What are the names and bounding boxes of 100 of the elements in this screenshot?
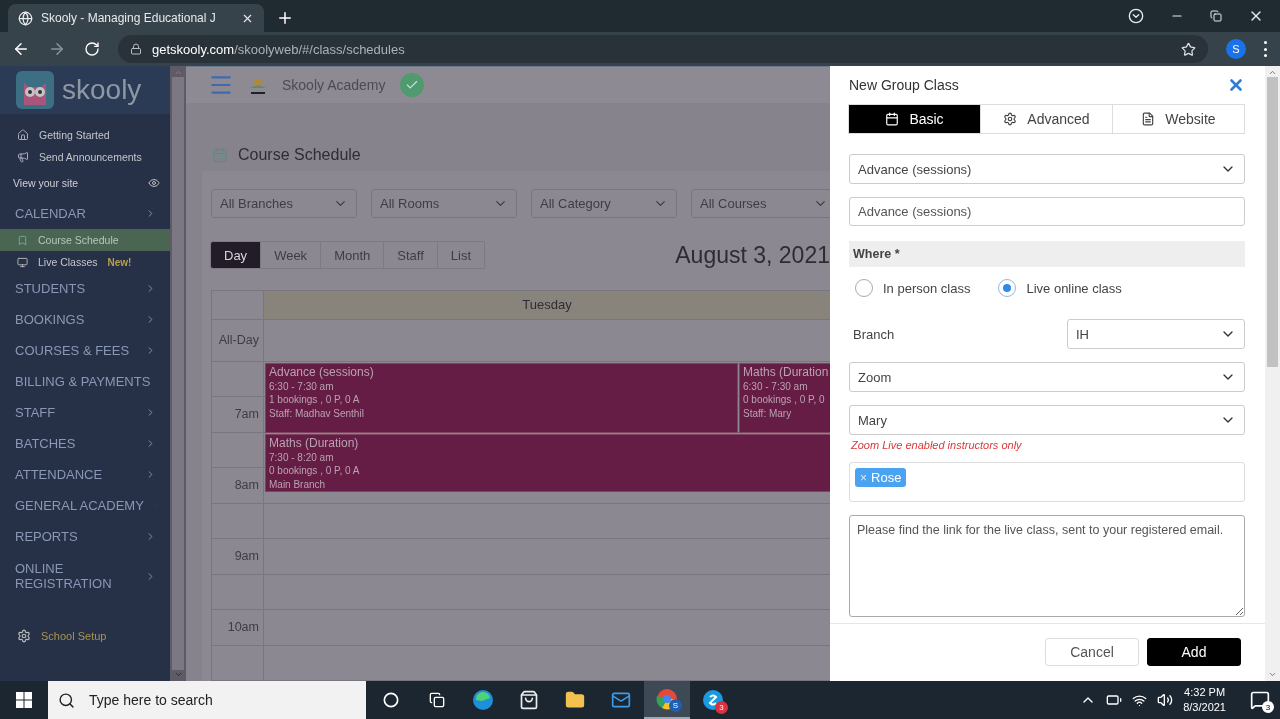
calendar-icon: [885, 112, 900, 126]
tab-title: Skooly - Managing Educational J: [41, 11, 217, 25]
platform-select[interactable]: Zoom: [849, 362, 1245, 392]
calendar-event[interactable]: Maths (Duration 6:30 - 7:30 am 0 bookings , 0 P, 0 Staff: Mary: [739, 362, 830, 433]
sidebar-link[interactable]: Getting Started: [0, 124, 170, 146]
new-tab-icon[interactable]: [276, 9, 294, 27]
instructor-select[interactable]: Mary: [849, 405, 1245, 435]
branch-label: Branch: [852, 326, 895, 342]
globe-icon: [18, 10, 33, 26]
class-name-input[interactable]: Advance (sessions): [849, 197, 1245, 226]
hint-text: Zoom Live enabled instructors only: [850, 439, 1023, 451]
view-tab[interactable]: Week: [260, 241, 322, 269]
search-icon: [58, 691, 75, 709]
home-icon: [17, 129, 29, 141]
browser-tab[interactable]: Skooly - Managing Educational J: [8, 4, 264, 32]
dialog-tab[interactable]: Website: [1112, 104, 1245, 134]
dialog-title: New Group Class: [849, 77, 959, 93]
eye-icon: [148, 177, 160, 189]
branch-select[interactable]: IH: [1067, 319, 1245, 349]
sidebar-section[interactable]: BATCHES: [0, 428, 170, 459]
taskbar-button[interactable]: S: [644, 681, 690, 719]
sidebar-section[interactable]: BILLING & PAYMENTS: [0, 366, 170, 397]
profile-badge: S: [669, 699, 682, 712]
restore-icon[interactable]: [1210, 10, 1222, 22]
taskbar-search-field[interactable]: Type here to search: [48, 681, 366, 719]
sidebar-item[interactable]: Course Schedule: [0, 229, 170, 251]
lock-icon: [130, 43, 142, 55]
view-tab[interactable]: Staff: [383, 241, 438, 269]
address-bar[interactable]: getskooly.com/skoolyweb/#/class/schedules: [118, 35, 1208, 63]
wifi-icon[interactable]: [1132, 692, 1148, 708]
url-host: getskooly.com: [152, 41, 235, 57]
sidebar-link[interactable]: Send Announcements: [0, 146, 170, 168]
filter-select[interactable]: All Category: [531, 188, 677, 218]
url-path: /skoolyweb/#/class/schedules: [234, 41, 405, 57]
search-input[interactable]: Type here to search: [87, 691, 366, 709]
gear-icon: [17, 629, 31, 643]
sidebar-section[interactable]: STAFF: [0, 397, 170, 428]
sidebar-section[interactable]: GENERAL ACADEMY: [0, 490, 170, 521]
gear-icon: [1003, 112, 1018, 126]
academy-name: Skooly Academy: [282, 77, 386, 94]
bookmark-icon: [17, 234, 28, 246]
radio-option[interactable]: Live online class: [998, 279, 1122, 297]
view-site-link[interactable]: View your site: [0, 168, 170, 198]
tag-chip[interactable]: × Rose: [855, 468, 907, 487]
day-header: Tuesday: [264, 290, 830, 319]
close-icon[interactable]: [1227, 76, 1245, 94]
view-tab[interactable]: Month: [320, 241, 385, 269]
sidebar-section[interactable]: ONLINE REGISTRATION: [0, 552, 170, 600]
all-day-label: All-Day: [212, 319, 264, 361]
sidebar-item[interactable]: Live Classes New!: [0, 251, 170, 273]
filter-select[interactable]: All Branches: [211, 188, 357, 218]
back-icon[interactable]: [12, 40, 30, 58]
time-label: 9am: [212, 539, 264, 574]
sidebar-section[interactable]: BOOKINGS: [0, 304, 170, 335]
brand-name: skooly: [62, 74, 142, 106]
new-label: New!: [107, 256, 132, 268]
cancel-button[interactable]: Cancel: [1045, 638, 1139, 666]
bookmark-star-icon[interactable]: [1181, 41, 1196, 57]
view-tab[interactable]: Day: [210, 241, 262, 269]
document-icon: [1141, 112, 1156, 126]
verified-icon: [399, 73, 424, 98]
count-badge: 3: [715, 701, 728, 714]
section-header: Where *: [849, 241, 1245, 267]
tab-search-icon[interactable]: [1128, 8, 1144, 24]
time-label: 10am: [212, 610, 264, 645]
taskbar-button[interactable]: 3: [690, 681, 736, 719]
message-textarea[interactable]: Please find the link for the live class, sent to your registered email.: [849, 515, 1245, 617]
calendar-event[interactable]: Advance (sessions) 6:30 - 7:30 am 1 bookings , 0 P, 0 A Staff: Madhav Senthil: [265, 362, 738, 433]
profile-avatar[interactable]: S: [1226, 39, 1246, 59]
owl-logo-icon: [16, 71, 54, 109]
scrollbar[interactable]: [1265, 66, 1280, 681]
volume-icon[interactable]: [1157, 692, 1174, 708]
scroll-down-icon[interactable]: [1268, 670, 1277, 679]
screen-icon: [17, 256, 28, 268]
sidebar-section[interactable]: CALENDAR: [0, 198, 170, 229]
page-title: Course Schedule: [238, 146, 361, 164]
date-heading: August 3, 2021: [675, 241, 830, 269]
time-label: 8am: [212, 468, 264, 503]
add-button[interactable]: Add: [1147, 638, 1241, 666]
course-select[interactable]: Advance (sessions): [849, 154, 1245, 184]
tag-field[interactable]: × Rose: [849, 462, 1245, 502]
more-menu-icon[interactable]: [1264, 41, 1268, 57]
sidebar-section[interactable]: COURSES & FEES: [0, 335, 170, 366]
view-tab[interactable]: List: [436, 241, 485, 269]
scroll-up-icon[interactable]: [1268, 68, 1277, 77]
megaphone-icon: [17, 151, 29, 163]
school-setup-link[interactable]: School Setup: [0, 616, 170, 656]
sidebar-section[interactable]: ATTENDANCE: [0, 459, 170, 490]
dialog-tab[interactable]: Advanced: [980, 104, 1113, 134]
dialog-tab[interactable]: Basic: [848, 104, 981, 134]
battery-icon[interactable]: [1106, 692, 1123, 708]
sidebar-section[interactable]: REPORTS: [0, 521, 170, 552]
sidebar-section[interactable]: STUDENTS: [0, 273, 170, 304]
calendar-icon: [212, 147, 228, 163]
taskbar-clock[interactable]: 4:32 PM 8/3/2021: [1183, 685, 1226, 715]
calendar-event[interactable]: Maths (Duration) 7:30 - 8:20 am 0 bookings , 0 P, 0 A Main Branch: [265, 433, 830, 492]
filter-select[interactable]: All Rooms: [371, 188, 517, 218]
forward-icon[interactable]: [48, 40, 66, 58]
radio-option[interactable]: In person class: [855, 279, 971, 297]
reload-icon[interactable]: [84, 41, 100, 57]
